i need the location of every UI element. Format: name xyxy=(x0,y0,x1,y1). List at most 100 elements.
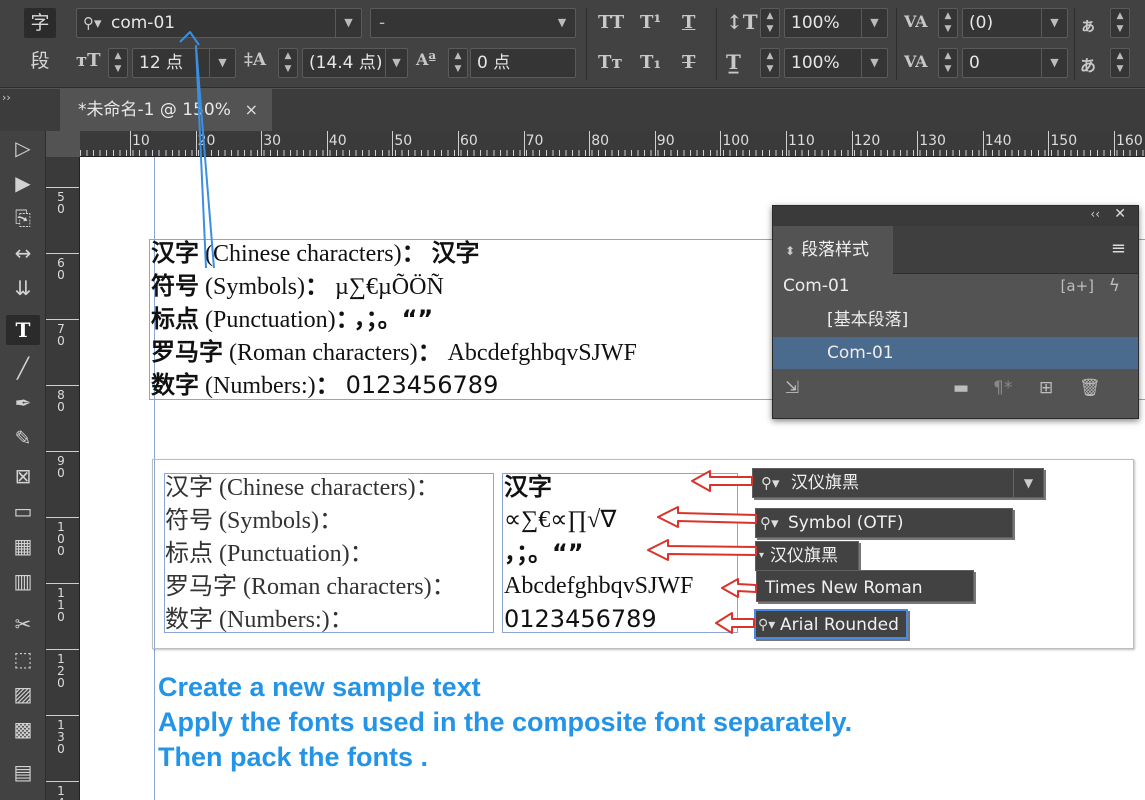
ruler-major-tick xyxy=(1114,131,1115,156)
rectangle-tool-icon[interactable]: ▭ xyxy=(6,496,40,526)
rectangle-frame-tool-icon[interactable]: ⊠ xyxy=(6,461,40,491)
content-collector-icon[interactable]: ⇊ xyxy=(6,273,40,303)
quick-apply-icon[interactable]: ϟ xyxy=(1109,270,1120,302)
panel-tab-label: 段落样式 xyxy=(801,240,870,260)
close-icon[interactable]: ✕ xyxy=(1114,206,1126,222)
ruler-label: 30 xyxy=(263,133,282,149)
font-size-icon: ᴛT xyxy=(76,50,101,71)
horizontal-ruler: 10 20 30 40 50 60 70 80 90 100 110 120 130 140 150 160 xyxy=(80,131,1145,157)
expand-panels-icon[interactable]: ›› xyxy=(2,91,11,104)
grid-tool-icon[interactable]: ▥ xyxy=(6,566,40,596)
red-arrow-5 xyxy=(715,612,755,634)
pen-tool-icon[interactable]: ✒ xyxy=(6,388,40,418)
superscript-icon[interactable]: T¹ xyxy=(640,12,661,33)
vertical-scale-stepper[interactable]: ▲ ▼ xyxy=(760,8,780,38)
subscript-icon[interactable]: T₁ xyxy=(640,52,661,73)
ruler-label: 120 xyxy=(853,133,881,149)
tab-paragraph-styles[interactable]: ⬍ 段落样式 xyxy=(773,226,893,274)
red-arrow-4 xyxy=(721,578,757,598)
note-tool-icon[interactable]: ▤ xyxy=(6,757,40,787)
horizontal-scale-icon: T̲ xyxy=(726,50,741,74)
strikethrough-icon[interactable]: T xyxy=(682,52,695,73)
load-styles-icon[interactable]: ⇲ xyxy=(785,378,799,398)
ruler-major-tick xyxy=(786,131,787,156)
clear-overrides-icon[interactable]: ¶* xyxy=(993,378,1012,398)
new-group-folder-icon[interactable]: ▬ xyxy=(953,378,969,398)
chevron-down-icon[interactable]: ▼ xyxy=(1041,9,1067,37)
ruler-major-tick xyxy=(654,131,656,156)
gap-tool-icon[interactable]: ↔ xyxy=(6,238,40,268)
tab-document[interactable]: *未命名-1 @ 150% × xyxy=(60,89,272,131)
chevron-down-icon[interactable]: ▼ xyxy=(335,9,361,37)
trash-icon[interactable]: 🗑 xyxy=(1079,378,1101,398)
free-transform-tool-icon[interactable]: ⬚ xyxy=(6,644,40,674)
vertical-scale-field[interactable]: 100% ▼ xyxy=(784,8,888,38)
indesign-window: 字 段 ⚲▾ com-01 ▼ - ▼ ᴛT ▲ ▼ 12 点 ▼ ‡A ▲ ▼ (… xyxy=(0,0,1145,800)
pencil-tool-icon[interactable]: ✎ xyxy=(6,423,40,453)
line-tool-icon[interactable]: ╱ xyxy=(6,353,40,383)
close-icon[interactable]: × xyxy=(245,89,258,131)
tracking-icon: VA xyxy=(904,12,928,31)
document-title: *未命名-1 @ 150% xyxy=(78,100,231,120)
baseline-shift-value: 0 点 xyxy=(477,53,511,73)
kerning-stepper[interactable]: ▲ ▼ xyxy=(938,48,958,78)
panel-menu-icon[interactable]: ≡ xyxy=(1111,238,1126,259)
font-style-field[interactable]: - ▼ xyxy=(370,8,576,38)
style-item-label: [基本段落] xyxy=(827,310,909,330)
selection-tool-icon[interactable]: ▷ xyxy=(6,133,40,163)
ruler-major-tick xyxy=(458,131,459,156)
current-style-row: Com-01 [a+] ϟ xyxy=(773,270,1138,302)
chevron-down-icon[interactable]: ▼ xyxy=(209,49,235,77)
divider xyxy=(716,8,717,80)
chevron-down-icon[interactable]: ▼ xyxy=(861,49,887,77)
horizontal-scale-field[interactable]: 100% ▼ xyxy=(784,48,888,78)
table-tool-icon[interactable]: ▦ xyxy=(6,531,40,561)
font-family-field[interactable]: ⚲▾ com-01 ▼ xyxy=(76,8,362,38)
red-arrow-1 xyxy=(691,470,753,492)
baseline-shift-stepper[interactable]: ▲ ▼ xyxy=(448,48,468,78)
chevron-down-icon[interactable]: ▼ xyxy=(1041,49,1067,77)
page-tool-icon[interactable]: ⎘ xyxy=(6,203,40,233)
gradient-swatch-tool-icon[interactable]: ▨ xyxy=(6,679,40,709)
font-size-field[interactable]: 12 点 ▼ xyxy=(132,48,236,78)
skew-stepper[interactable]: ▲ ▼ xyxy=(1110,48,1130,78)
all-caps-icon[interactable]: TT xyxy=(598,12,624,33)
font-family-value: com-01 xyxy=(111,13,176,33)
ruler-major-tick xyxy=(46,517,79,518)
scissors-tool-icon[interactable]: ✂ xyxy=(6,609,40,639)
underline-icon[interactable]: T xyxy=(682,12,695,33)
kerning-icon: VA xyxy=(904,52,928,71)
leading-field[interactable]: (14.4 点) ▼ xyxy=(302,48,408,78)
ruler-label: 40 xyxy=(328,133,347,149)
small-caps-icon[interactable]: Tт xyxy=(598,52,623,73)
type-tool-icon[interactable]: T xyxy=(6,315,40,345)
horizontal-scale-stepper[interactable]: ▲ ▼ xyxy=(760,48,780,78)
ruler-label: 100 xyxy=(722,133,750,149)
direct-selection-tool-icon[interactable]: ▶ xyxy=(6,168,40,198)
list-item[interactable]: [基本段落] xyxy=(773,304,1138,336)
rotation-stepper[interactable]: ▲ ▼ xyxy=(1110,8,1130,38)
instruction-line-3: Then pack the fonts . xyxy=(158,742,429,772)
kerning-field[interactable]: 0 ▼ xyxy=(962,48,1068,78)
ruler-label: 70 xyxy=(525,133,544,149)
create-style-override-icon[interactable]: [a+] xyxy=(1061,270,1094,302)
document-tab-bar: ›› *未命名-1 @ 150% × xyxy=(0,89,1145,131)
ruler-major-tick xyxy=(46,583,79,584)
tracking-field[interactable]: (0) ▼ xyxy=(962,8,1068,38)
ruler-label: 60 xyxy=(460,133,478,149)
chevron-down-icon[interactable]: ▼ xyxy=(549,9,575,37)
gradient-feather-tool-icon[interactable]: ▩ xyxy=(6,714,40,744)
baseline-shift-field[interactable]: 0 点 xyxy=(470,48,576,78)
horizontal-scale-value: 100% xyxy=(791,53,840,73)
leading-stepper[interactable]: ▲ ▼ xyxy=(278,48,298,78)
collapse-icon[interactable]: ‹‹ xyxy=(1090,207,1100,221)
tracking-stepper[interactable]: ▲ ▼ xyxy=(938,8,958,38)
list-item-selected[interactable]: Com-01 xyxy=(773,337,1138,369)
chevron-down-icon[interactable]: ▼ xyxy=(861,9,887,37)
paragraph-mode-button[interactable]: 段 xyxy=(24,46,56,76)
chevron-down-icon[interactable]: ▼ xyxy=(385,49,407,77)
new-style-icon[interactable]: ⊞ xyxy=(1039,378,1053,398)
font-size-stepper[interactable]: ▲ ▼ xyxy=(108,48,128,78)
vertical-scale-icon: ↕T xyxy=(726,10,758,34)
character-mode-button[interactable]: 字 xyxy=(24,8,56,38)
